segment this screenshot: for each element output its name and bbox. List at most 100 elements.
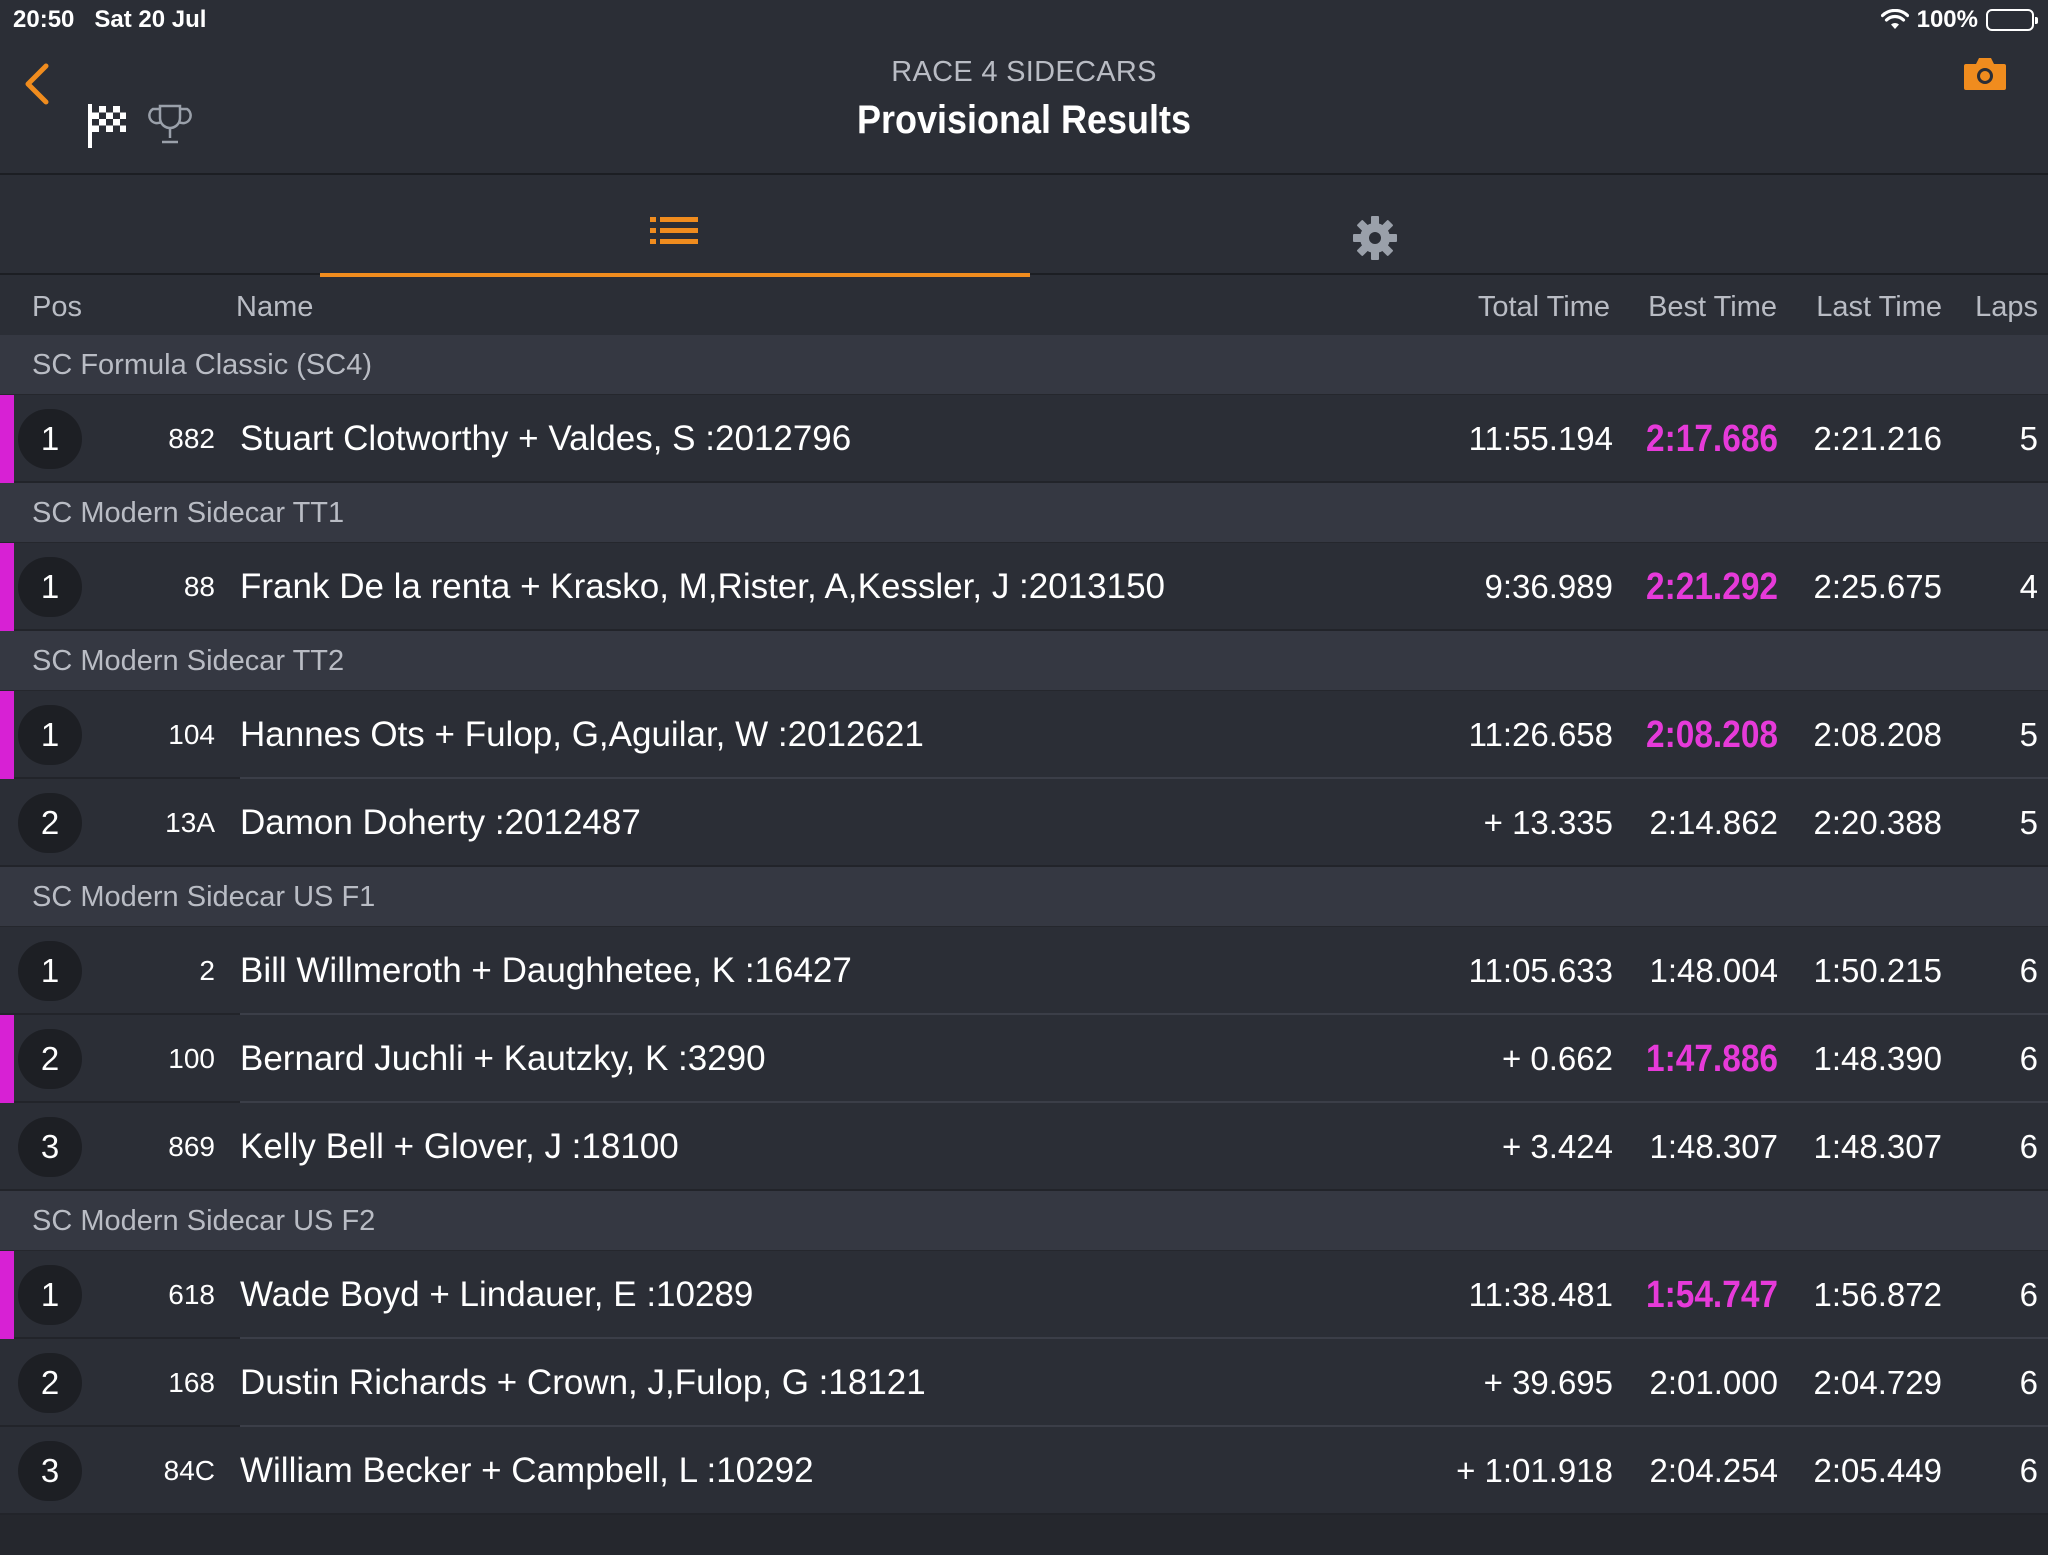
best-time: 1:47.886 xyxy=(1645,1038,1778,1080)
total-time: 9:36.989 xyxy=(1484,568,1613,605)
page-subtitle: RACE 4 SIDECARS xyxy=(891,56,1157,88)
battery-icon xyxy=(1986,9,2038,31)
class-group-header: SC Modern Sidecar US F2 xyxy=(0,1191,2048,1251)
rider-name: Dustin Richards + Crown, J,Fulop, G :181… xyxy=(240,1363,926,1402)
rider-name: Bernard Juchli + Kautzky, K :3290 xyxy=(240,1039,766,1078)
total-time: 11:05.633 xyxy=(1468,952,1613,989)
position-badge: 2 xyxy=(18,1029,82,1089)
last-time: 1:48.307 xyxy=(1813,1128,1942,1165)
col-total-time[interactable]: Total Time xyxy=(1478,291,1610,324)
tab-bar xyxy=(0,175,2048,277)
rider-name: Kelly Bell + Glover, J :18100 xyxy=(240,1127,679,1166)
status-bar: 20:50 Sat 20 Jul 100% xyxy=(0,0,2048,40)
race-number: 13A xyxy=(165,807,215,838)
last-time: 1:56.872 xyxy=(1813,1276,1942,1313)
fastest-lap-marker xyxy=(0,691,14,779)
best-time: 2:14.862 xyxy=(1649,804,1778,841)
rider-name: Damon Doherty :2012487 xyxy=(240,803,641,842)
position-badge: 2 xyxy=(18,793,82,853)
gear-icon xyxy=(1353,216,1397,260)
navigation-bar: RACE 4 SIDECARS Provisional Results xyxy=(0,40,2048,175)
best-time: 1:48.307 xyxy=(1649,1128,1778,1165)
last-time: 2:04.729 xyxy=(1813,1364,1942,1401)
result-row[interactable]: 3 84C William Becker + Campbell, L :10292 +… xyxy=(0,1427,2048,1515)
last-time: 2:20.388 xyxy=(1813,804,1942,841)
col-laps[interactable]: Laps xyxy=(1975,291,2038,324)
best-time: 2:08.208 xyxy=(1645,714,1778,756)
list-footer xyxy=(0,1515,2048,1555)
status-clock: 20:50 xyxy=(13,6,75,33)
race-number: 104 xyxy=(168,719,215,750)
result-row[interactable]: 3 869 Kelly Bell + Glover, J :18100 + 3.424… xyxy=(0,1103,2048,1191)
results-list: SC Formula Classic (SC4) 1 882 Stuart Clotw… xyxy=(0,335,2048,1555)
best-time: 2:17.686 xyxy=(1645,418,1778,460)
result-row[interactable]: 2 13A Damon Doherty :2012487 + 13.335 2:14.8… xyxy=(0,779,2048,867)
best-time: 2:01.000 xyxy=(1649,1364,1778,1401)
lap-count: 5 xyxy=(2019,804,2038,841)
tab-settings[interactable] xyxy=(1030,175,1720,275)
position-badge: 1 xyxy=(18,557,82,617)
best-time: 1:54.747 xyxy=(1645,1274,1778,1316)
lap-count: 6 xyxy=(2019,952,2038,989)
race-number: 882 xyxy=(168,423,215,454)
class-group-header: SC Modern Sidecar TT1 xyxy=(0,483,2048,543)
result-row[interactable]: 1 618 Wade Boyd + Lindauer, E :10289 11:38.… xyxy=(0,1251,2048,1339)
rider-name: Frank De la renta + Krasko, M,Rister, A,… xyxy=(240,567,1166,606)
lap-count: 6 xyxy=(2019,1364,2038,1401)
battery-percent: 100% xyxy=(1916,6,1978,33)
lap-count: 6 xyxy=(2019,1276,2038,1313)
race-number: 84C xyxy=(163,1455,215,1486)
wifi-icon xyxy=(1880,9,1909,29)
race-number: 88 xyxy=(183,571,215,602)
result-row[interactable]: 1 882 Stuart Clotworthy + Valdes, S :20127… xyxy=(0,395,2048,483)
lap-count: 4 xyxy=(2019,568,2038,605)
rider-name: Stuart Clotworthy + Valdes, S :2012796 xyxy=(240,419,852,458)
position-badge: 3 xyxy=(18,1441,82,1501)
race-number: 618 xyxy=(168,1279,215,1310)
status-date: Sat 20 Jul xyxy=(94,6,207,33)
total-time: 11:38.481 xyxy=(1468,1276,1613,1313)
col-name[interactable]: Name xyxy=(236,291,313,324)
result-row[interactable]: 2 168 Dustin Richards + Crown, J,Fulop, G … xyxy=(0,1339,2048,1427)
col-best-time[interactable]: Best Time xyxy=(1648,291,1777,324)
total-time: 11:55.194 xyxy=(1468,420,1613,457)
list-icon xyxy=(650,217,698,244)
result-row[interactable]: 1 104 Hannes Ots + Fulop, G,Aguilar, W :20… xyxy=(0,691,2048,779)
rider-name: Hannes Ots + Fulop, G,Aguilar, W :201262… xyxy=(240,715,924,754)
fastest-lap-marker xyxy=(0,395,14,483)
total-time: + 13.335 xyxy=(1483,804,1613,841)
status-right: 100% xyxy=(1880,6,2038,34)
total-time: + 3.424 xyxy=(1501,1128,1613,1165)
result-row[interactable]: 1 2 Bill Willmeroth + Daughhetee, K :16427… xyxy=(0,927,2048,1015)
last-time: 2:05.449 xyxy=(1813,1452,1942,1489)
position-badge: 1 xyxy=(18,705,82,765)
camera-icon[interactable] xyxy=(1962,54,2008,94)
lap-count: 6 xyxy=(2019,1452,2038,1489)
best-time: 2:04.254 xyxy=(1649,1452,1778,1489)
last-time: 1:50.215 xyxy=(1813,952,1942,989)
position-badge: 3 xyxy=(18,1117,82,1177)
result-row[interactable]: 1 88 Frank De la renta + Krasko, M,Rister,… xyxy=(0,543,2048,631)
lap-count: 6 xyxy=(2019,1128,2038,1165)
fastest-lap-marker xyxy=(0,1251,14,1339)
position-badge: 1 xyxy=(18,409,82,469)
race-number: 869 xyxy=(168,1131,215,1162)
rider-name: William Becker + Campbell, L :10292 xyxy=(240,1451,814,1490)
position-badge: 2 xyxy=(18,1353,82,1413)
last-time: 2:08.208 xyxy=(1813,716,1942,753)
position-badge: 1 xyxy=(18,1265,82,1325)
total-time: + 1:01.918 xyxy=(1456,1452,1613,1489)
tab-results-list[interactable] xyxy=(320,175,1030,277)
fastest-lap-marker xyxy=(0,543,14,631)
class-group-header: SC Formula Classic (SC4) xyxy=(0,335,2048,395)
race-number: 168 xyxy=(168,1367,215,1398)
column-header: Pos Name Total Time Best Time Last Time … xyxy=(0,277,2048,335)
total-time: 11:26.658 xyxy=(1468,716,1613,753)
class-group-header: SC Modern Sidecar US F1 xyxy=(0,867,2048,927)
status-time: 20:50 Sat 20 Jul xyxy=(13,6,206,34)
result-row[interactable]: 2 100 Bernard Juchli + Kautzky, K :3290 + 0… xyxy=(0,1015,2048,1103)
col-last-time[interactable]: Last Time xyxy=(1816,291,1942,324)
lap-count: 6 xyxy=(2019,1040,2038,1077)
fastest-lap-marker xyxy=(0,1015,14,1103)
col-pos[interactable]: Pos xyxy=(32,291,82,324)
